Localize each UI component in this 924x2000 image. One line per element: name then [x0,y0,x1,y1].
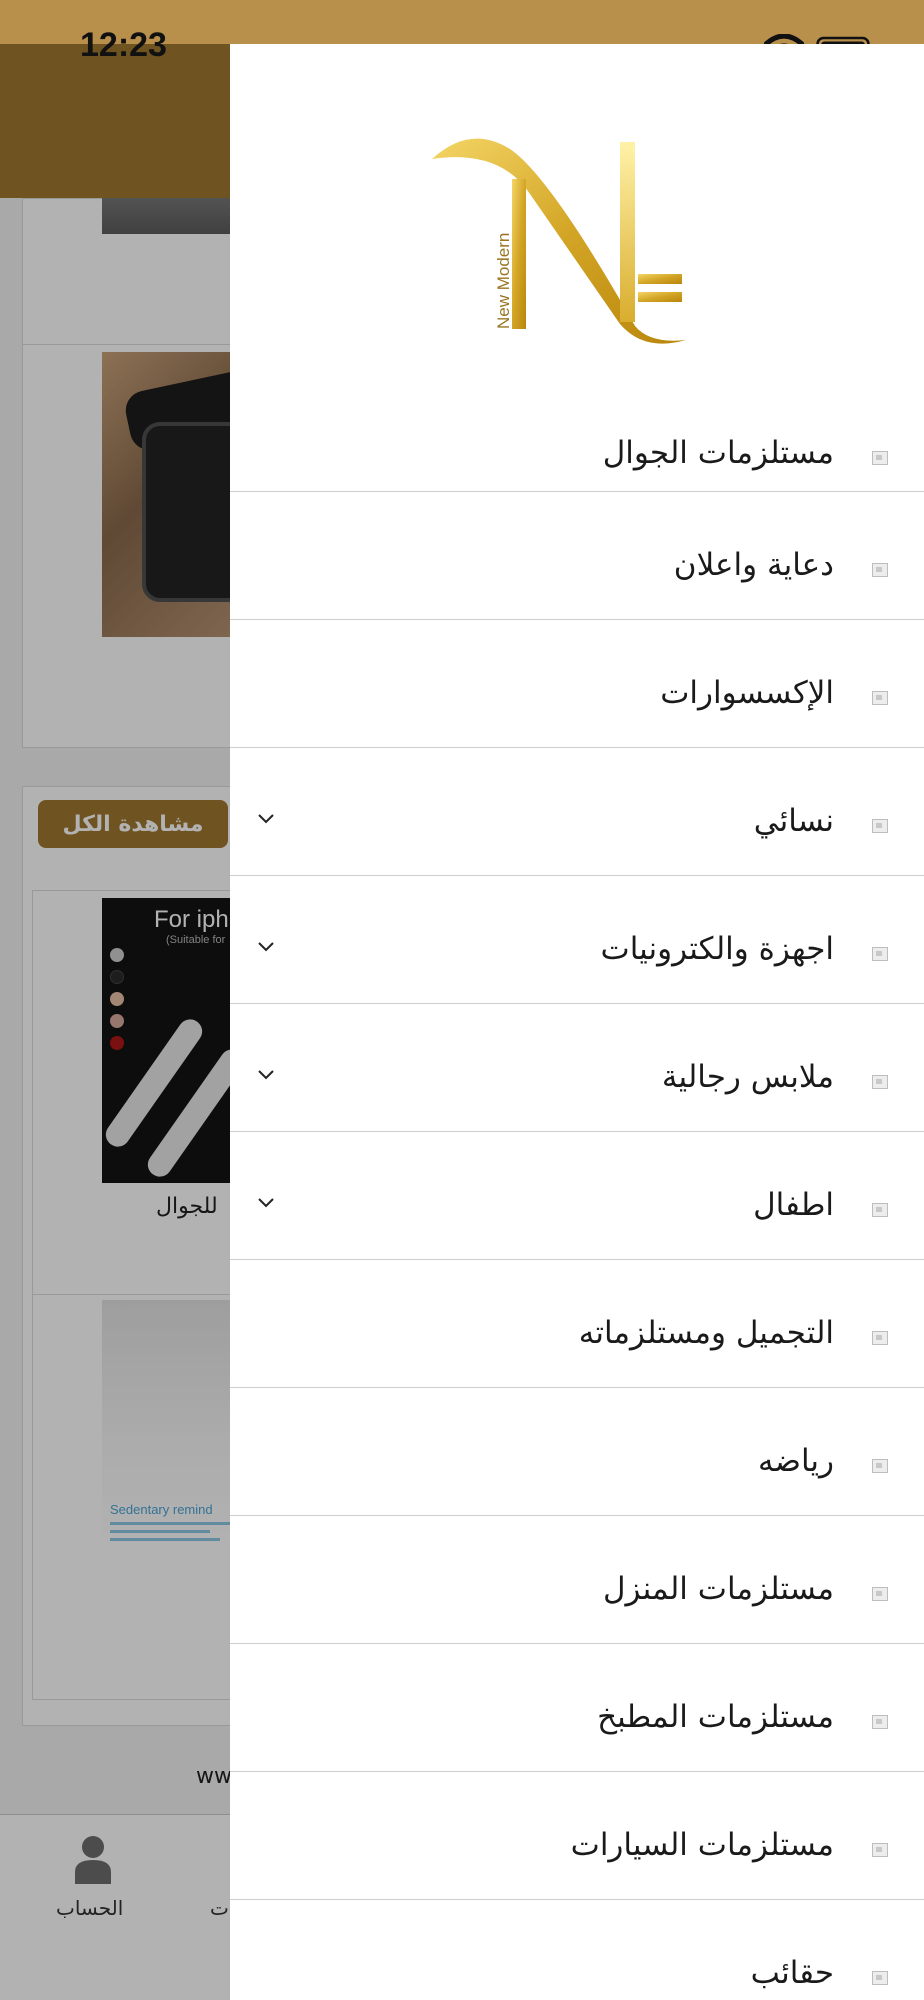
menu-item-label: اطفال [753,1187,834,1223]
menu-item[interactable]: حقائب [230,1900,924,2000]
chevron-down-icon[interactable] [256,939,276,953]
image-placeholder-icon [872,691,888,705]
menu-item[interactable]: مستلزمات المنزل [230,1516,924,1644]
image-placeholder-icon [872,1203,888,1217]
menu-item[interactable]: الإكسسوارات [230,620,924,748]
svg-text:New Modern: New Modern [494,233,513,329]
status-time: 12:23 [80,26,167,64]
side-drawer: New Modern مستلزمات الجوال دعاية واعلان ال… [230,44,924,2000]
menu-item-label: مستلزمات السيارات [570,1827,834,1863]
image-placeholder-icon [872,1587,888,1601]
menu-item-label: التجميل ومستلزماته [578,1315,834,1351]
menu-item-label: اجهزة والكترونيات [600,931,834,967]
menu-item[interactable]: نسائي [230,748,924,876]
menu-item[interactable]: اجهزة والكترونيات [230,876,924,1004]
menu-item-label: رياضه [758,1443,834,1479]
chevron-down-icon[interactable] [256,1067,276,1081]
menu-item-label: مستلزمات المنزل [602,1571,834,1607]
chevron-down-icon[interactable] [256,1195,276,1209]
image-placeholder-icon [872,563,888,577]
image-placeholder-icon [872,1715,888,1729]
chevron-down-icon[interactable] [256,811,276,825]
menu-item[interactable]: اطفال [230,1132,924,1260]
image-placeholder-icon [872,451,888,465]
image-placeholder-icon [872,1843,888,1857]
menu-item-label: ملابس رجالية [661,1059,834,1095]
menu-item-label: مستلزمات المطبخ [597,1699,834,1735]
menu-item-label: نسائي [753,803,834,839]
image-placeholder-icon [872,1075,888,1089]
menu-item-label: مستلزمات الجوال [602,435,834,471]
menu-item-label: دعاية واعلان [673,547,834,583]
menu-item[interactable]: دعاية واعلان [230,492,924,620]
menu-item[interactable]: ملابس رجالية [230,1004,924,1132]
new-modern-logo: New Modern [432,138,686,344]
category-menu: مستلزمات الجوال دعاية واعلان الإكسسوارات نس… [230,410,924,2000]
image-placeholder-icon [872,1331,888,1345]
image-placeholder-icon [872,819,888,833]
image-placeholder-icon [872,1459,888,1473]
menu-item-label: حقائب [750,1955,834,1991]
image-placeholder-icon [872,947,888,961]
menu-item[interactable]: التجميل ومستلزماته [230,1260,924,1388]
menu-item[interactable]: مستلزمات الجوال [230,410,924,492]
menu-item-label: الإكسسوارات [660,675,834,711]
image-placeholder-icon [872,1971,888,1985]
menu-item[interactable]: رياضه [230,1388,924,1516]
menu-item[interactable]: مستلزمات السيارات [230,1772,924,1900]
menu-item[interactable]: مستلزمات المطبخ [230,1644,924,1772]
